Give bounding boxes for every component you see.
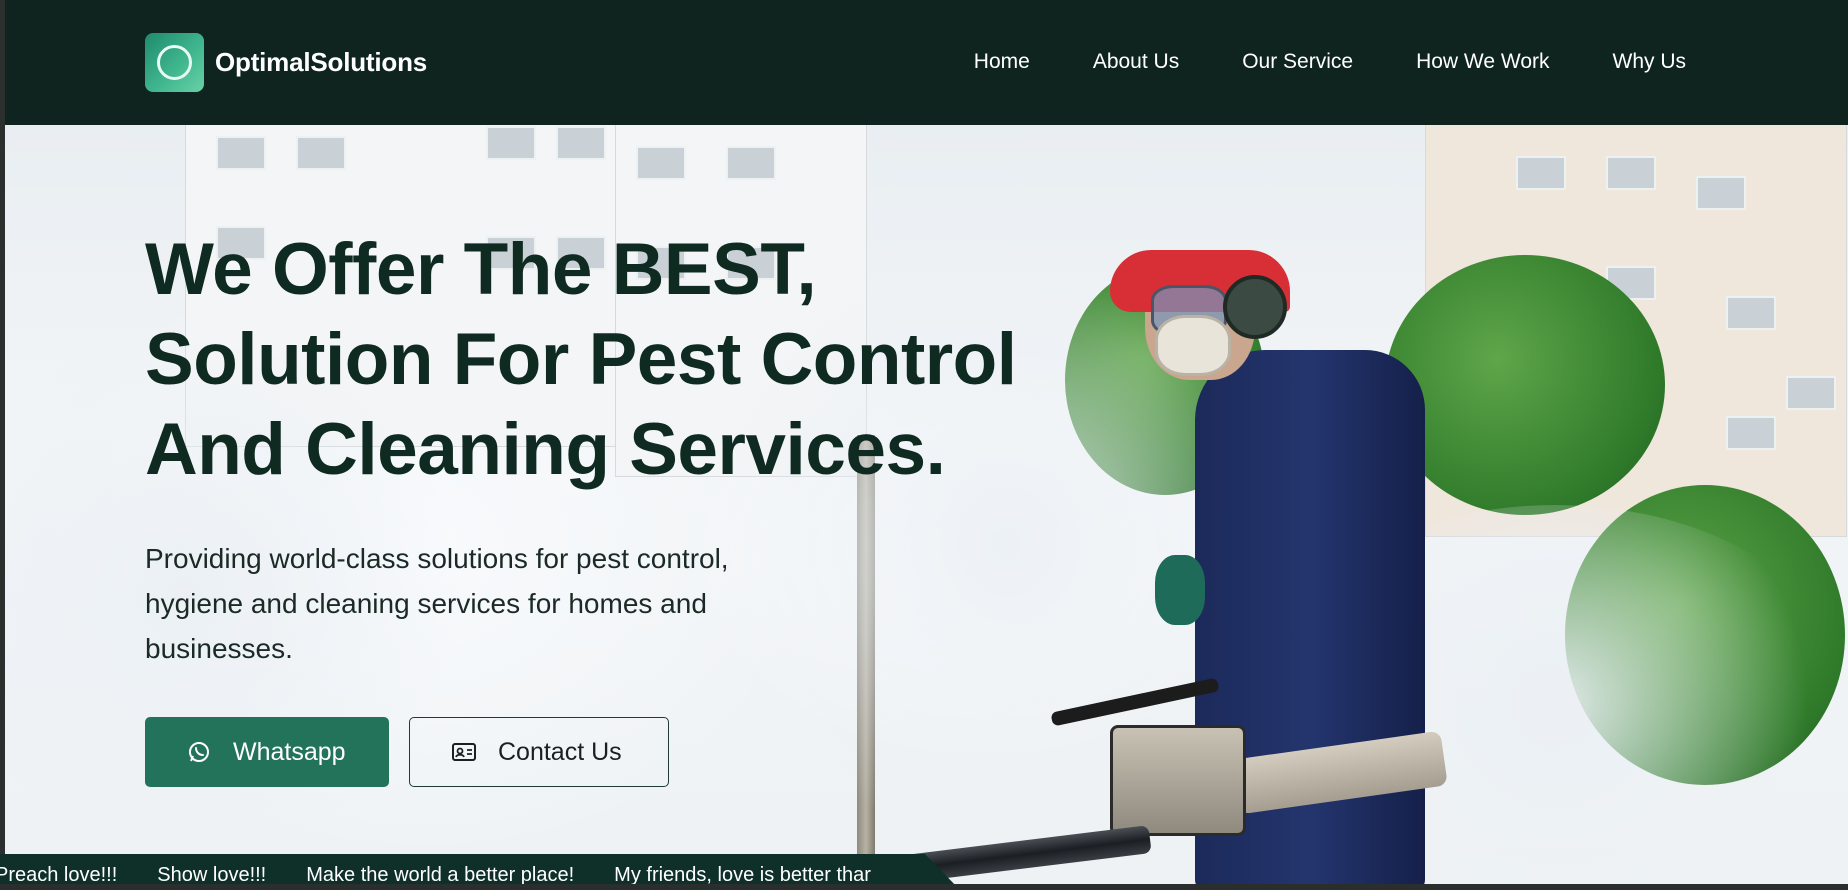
contact-us-button[interactable]: Contact Us: [409, 717, 669, 787]
headline-line-1: We Offer The BEST,: [145, 229, 817, 310]
headline-line-2: Solution For Pest Control: [145, 319, 1017, 400]
top-navigation: OptimalSolutions Home About Us Our Servi…: [5, 0, 1848, 125]
nav-link-how-we-work[interactable]: How We Work: [1416, 50, 1549, 74]
tree-right: [1385, 255, 1665, 515]
headline-line-3: And Cleaning Services.: [145, 409, 946, 490]
brand-name: OptimalSolutions: [215, 47, 428, 77]
nav-link-our-service[interactable]: Our Service: [1242, 50, 1353, 74]
page-frame: OptimalSolutions Home About Us Our Servi…: [0, 0, 1848, 890]
worker-ear-protection: [1223, 275, 1287, 339]
hero-headline: We Offer The BEST, Solution For Pest Con…: [145, 225, 1135, 495]
nav-link-home[interactable]: Home: [974, 50, 1030, 74]
nav-link-about-us[interactable]: About Us: [1093, 50, 1179, 74]
contact-us-button-label: Contact Us: [498, 737, 622, 766]
fogger-engine: [1110, 725, 1246, 836]
contact-card-icon: [450, 738, 478, 766]
whatsapp-button[interactable]: Whatsapp: [145, 717, 389, 787]
worker-glove: [1155, 555, 1205, 625]
brand-logo[interactable]: OptimalSolutions: [145, 33, 427, 92]
nav-links: Home About Us Our Service How We Work Wh…: [911, 50, 1686, 74]
whatsapp-icon: [185, 738, 213, 766]
hero-subtitle: Providing world-class solutions for pest…: [145, 543, 729, 664]
hero-section: We Offer The BEST, Solution For Pest Con…: [5, 125, 1848, 890]
nav-link-why-us[interactable]: Why Us: [1613, 50, 1687, 74]
window-bottom-edge: [0, 884, 1848, 890]
whatsapp-button-label: Whatsapp: [233, 737, 346, 766]
logo-icon: [145, 33, 204, 92]
worker-respirator: [1155, 315, 1231, 376]
